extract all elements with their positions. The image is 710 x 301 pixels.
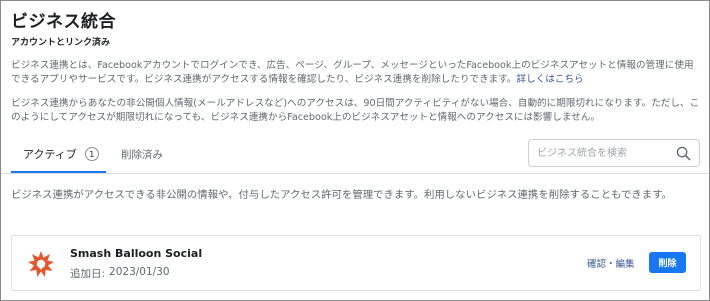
search-icon[interactable] (676, 146, 691, 161)
active-count-badge: 1 (84, 147, 99, 161)
expiry-paragraph: ビジネス連携からあなたの非公開個人情報(メールアドレスなど)へのアクセスは、90… (11, 98, 700, 123)
learn-more-link[interactable]: 詳しくはこちら (517, 74, 584, 85)
search-input[interactable] (537, 145, 672, 162)
added-date: 2023/01/30 (109, 266, 170, 278)
page-subtitle: アカウントとリンク済み (11, 38, 111, 48)
manage-paragraph: ビジネス連携がアクセスできる非公開の情報や、付与したアクセス許可を管理できます。… (11, 189, 672, 201)
integration-card: Smash Balloon Social 追加日: 2023/01/30 確認・編… (11, 235, 701, 291)
business-integrations-panel: ビジネス統合 アカウントとリンク済み ビジネス連携とは、Facebookアカウン… (0, 0, 710, 301)
integration-added-date: 追加日: 2023/01/30 (70, 266, 170, 281)
intro-text: ビジネス連携とは、Facebookアカウントでログインでき、広告、ページ、グルー… (11, 60, 694, 85)
review-edit-link[interactable]: 確認・編集 (587, 256, 635, 270)
tabs-divider (1, 173, 709, 174)
tab-active[interactable]: アクティブ 1 (23, 146, 99, 162)
intro-paragraph: ビジネス連携とは、Facebookアカウントでログインでき、広告、ページ、グルー… (11, 59, 703, 87)
tab-active-label: アクティブ (23, 148, 77, 161)
integration-name: Smash Balloon Social (70, 247, 203, 260)
smash-balloon-icon (28, 251, 54, 277)
page-title: ビジネス統合 (11, 12, 116, 32)
added-label: 追加日: (70, 268, 106, 280)
search-box[interactable] (528, 139, 700, 167)
delete-button[interactable]: 削除 (649, 252, 686, 273)
tab-deleted[interactable]: 削除済み (121, 147, 163, 162)
